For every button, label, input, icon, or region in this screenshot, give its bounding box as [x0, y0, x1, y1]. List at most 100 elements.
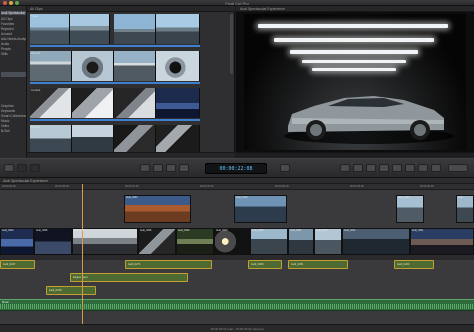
library-item[interactable]: Stills [1, 52, 26, 56]
connected-clip[interactable]: Audi [456, 195, 474, 223]
photos-button[interactable] [366, 164, 376, 172]
status-bar: 00:00:39:01 total - 00:00:39:02 selected [0, 324, 474, 332]
music-track[interactable]: Music [0, 299, 474, 311]
titles-button[interactable] [392, 164, 402, 172]
clip-name: Audi_0224 [216, 229, 228, 232]
timeline-clip[interactable]: Audi_0206 [138, 228, 176, 255]
ruler-tick: 00:00:30:00 [420, 185, 434, 188]
timeline-clip[interactable]: Audi_0251 [288, 228, 314, 255]
timeline-ruler[interactable]: 00:00:00:00 00:00:05:00 00:00:10:00 00:0… [0, 184, 474, 190]
filmstrip[interactable]: Wheels [30, 51, 200, 84]
library-item-selected[interactable] [1, 72, 26, 77]
clip-name: Audi_0251 [291, 263, 304, 266]
window-title: Final Cut Pro [225, 0, 249, 6]
clip-name: Wheels [31, 51, 41, 55]
clip-name: Engine Revs [73, 276, 88, 279]
keyword-button[interactable] [17, 164, 27, 172]
viewer-frame [244, 14, 466, 150]
library-item[interactable]: Rejected [1, 27, 26, 31]
append-clip-button[interactable] [166, 164, 176, 172]
library-item[interactable]: Graphics [1, 104, 26, 108]
clip-name: Audi_0321 [412, 229, 424, 232]
connected-audio-clip[interactable]: Audi_0271 [125, 260, 212, 269]
timeline: Audi Spectacular Experience 00:00:00:00 … [0, 178, 474, 324]
timecode-value: 00:00:22:08 [219, 166, 253, 172]
connected-clip[interactable]: Audi_0302 [124, 195, 191, 223]
clip-name: Audi_0212 [344, 229, 356, 232]
ruler-tick: 00:00:25:00 [350, 185, 364, 188]
browser-scrollbar[interactable] [230, 14, 233, 74]
sound-effect-clip[interactable]: Audi_0218 [46, 286, 96, 295]
library-item[interactable]: Music [1, 119, 26, 123]
library-item[interactable]: Audi Spectacular Experience [1, 11, 26, 15]
ruler-tick: 00:00:10:00 [125, 185, 139, 188]
sound-effect-clip[interactable]: Engine Revs [70, 273, 188, 282]
viewer-header: Audi Spectacular Experience [236, 6, 474, 12]
clip-name: Audi_0324 [398, 196, 410, 199]
clip-name: Audi_0197 [74, 229, 86, 232]
clip-name: Audi_0302 [126, 196, 138, 199]
timeline-clip[interactable]: Audi_0238 [250, 228, 288, 255]
connect-clip-button[interactable] [140, 164, 150, 172]
library-item[interactable]: Keywords [1, 109, 26, 113]
viewer: Audi Spectacular Experience [236, 6, 474, 158]
zoom-slider[interactable] [448, 164, 468, 172]
clip-name: Audi_0246 [178, 229, 190, 232]
filmstrip[interactable]: Cockpit [30, 88, 200, 121]
import-button[interactable] [4, 164, 14, 172]
clip-name: Audi_0206 [140, 229, 152, 232]
insert-clip-button[interactable] [153, 164, 163, 172]
clip-name: Audi_0218 [49, 289, 62, 292]
timeline-clip[interactable]: Audi_0224 [214, 228, 250, 255]
ruler-tick: 00:00:15:00 [200, 185, 214, 188]
clip-name: Audi [458, 196, 463, 199]
clip-name: Audi_0243 [397, 263, 410, 266]
browser-header: All Clips [27, 6, 235, 12]
clip-name: Audi_0318 [316, 229, 328, 232]
playhead[interactable] [82, 184, 83, 330]
themes-button[interactable] [418, 164, 428, 172]
transitions-button[interactable] [431, 164, 441, 172]
audio-waveform [0, 304, 474, 309]
overwrite-clip-button[interactable] [179, 164, 189, 172]
connected-clip[interactable]: Audi_0319 [234, 195, 287, 223]
connected-audio-clip[interactable]: Audi_0247 [0, 260, 35, 269]
event-browser: All Clips Track Wheels Cockpit Interior [27, 6, 235, 158]
clip-name: Audi_0238 [252, 229, 264, 232]
inspector-button[interactable] [340, 164, 350, 172]
connected-clip[interactable]: Audi_0324 [396, 195, 424, 223]
timeline-clip[interactable]: Audi_0212 [342, 228, 410, 255]
clip-name: Audi_0251 [290, 229, 302, 232]
connected-audio-clip[interactable]: Audi_0251 [288, 260, 348, 269]
connected-audio-clip[interactable]: Audi_0309 [248, 260, 282, 269]
timeline-clip[interactable]: Audi_0205 [34, 228, 72, 255]
timeline-clip[interactable]: Audi_0203 [0, 228, 34, 255]
library-item[interactable]: Favorites [1, 22, 26, 26]
generators-button[interactable] [405, 164, 415, 172]
clip-name: Track [31, 14, 38, 18]
library-item[interactable]: People [1, 47, 26, 51]
primary-storyline: Audi_0203 Audi_0205 Audi_0197 Audi_0206 … [0, 228, 474, 260]
analyze-button[interactable] [30, 164, 40, 172]
library-item[interactable]: Video [1, 124, 26, 128]
timecode-display[interactable]: 00:00:22:08 [205, 163, 267, 174]
clip-name: Audi_0309 [251, 263, 264, 266]
audio-meter-button[interactable] [280, 164, 290, 172]
library-item[interactable]: Audio [1, 42, 26, 46]
timeline-clip[interactable]: Audi_0318 [314, 228, 342, 255]
timeline-clip[interactable]: Audi_0246 [176, 228, 214, 255]
music-button[interactable] [379, 164, 389, 172]
library-item[interactable]: Unused [1, 32, 26, 36]
timeline-clip[interactable]: Audi_0321 [410, 228, 474, 255]
connected-audio-clip[interactable]: Audi_0243 [394, 260, 434, 269]
library-item[interactable]: B-Roll [1, 129, 26, 133]
library-item[interactable]: All Clips [1, 17, 26, 21]
library-item[interactable]: Ads Needs Analysis [1, 37, 26, 41]
timeline-duration: 00:00:39:01 total - 00:00:39:02 selected [210, 327, 264, 331]
library-item[interactable]: Smart Collections [1, 114, 26, 118]
browser-title: All Clips [30, 7, 43, 11]
clip-name: Cockpit [31, 88, 41, 92]
filmstrip[interactable]: Track [30, 14, 200, 47]
effects-button[interactable] [353, 164, 363, 172]
clip-name: Audi_0205 [36, 229, 48, 232]
